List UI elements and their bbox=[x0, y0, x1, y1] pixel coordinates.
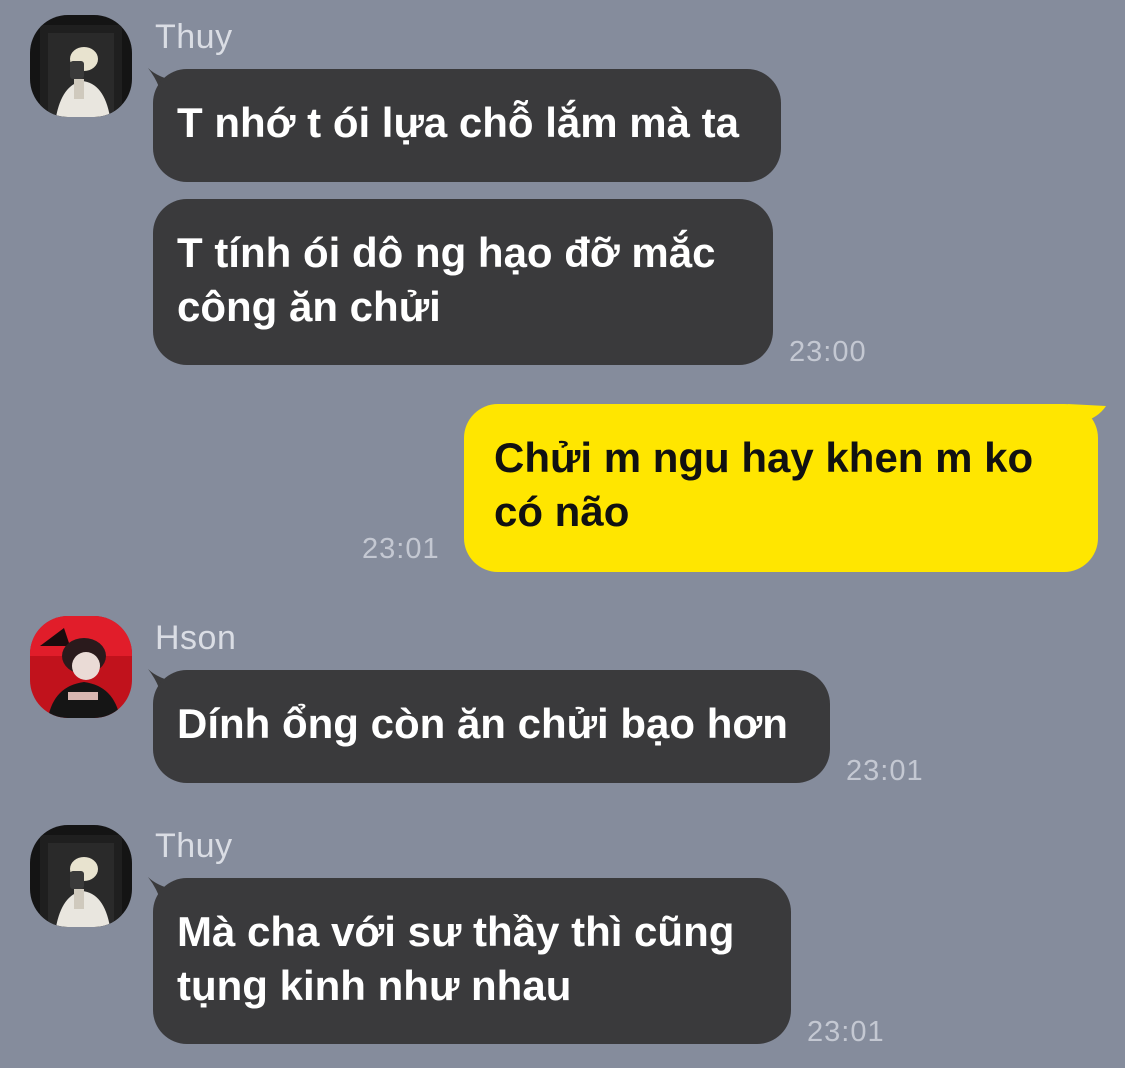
message-text: Mà cha với sư thầy thì cũng tụng kinh nh… bbox=[177, 908, 735, 1009]
message-text: Dính ổng còn ăn chửi bạo hơn bbox=[177, 700, 788, 747]
bubble-tail bbox=[1068, 404, 1106, 422]
message-timestamp: 23:01 bbox=[846, 755, 924, 787]
message-bubble-incoming[interactable]: Mà cha với sư thầy thì cũng tụng kinh nh… bbox=[153, 878, 791, 1044]
avatar-photo-icon bbox=[30, 15, 132, 117]
avatar-thuy[interactable] bbox=[30, 825, 132, 927]
avatar-photo-icon bbox=[30, 825, 132, 927]
message-text: T nhớ t ói lựa chỗ lắm mà ta bbox=[177, 99, 740, 146]
message-bubble-incoming[interactable]: T tính ói dô ng hạo đỡ mắc công ăn chửi bbox=[153, 199, 773, 365]
message-bubble-incoming[interactable]: Dính ổng còn ăn chửi bạo hơn bbox=[153, 670, 830, 783]
message-bubble-outgoing[interactable]: Chửi m ngu hay khen m ko có não bbox=[464, 404, 1098, 572]
message-bubble-incoming[interactable]: T nhớ t ói lựa chỗ lắm mà ta bbox=[153, 69, 781, 182]
avatar-hson[interactable] bbox=[30, 616, 132, 718]
avatar-photo-icon bbox=[30, 616, 132, 718]
message-timestamp: 23:00 bbox=[789, 336, 867, 368]
sender-name-thuy: Thuy bbox=[155, 827, 233, 865]
avatar-thuy[interactable] bbox=[30, 15, 132, 117]
message-text: T tính ói dô ng hạo đỡ mắc công ăn chửi bbox=[177, 229, 716, 330]
sender-name-hson: Hson bbox=[155, 619, 237, 657]
message-timestamp: 23:01 bbox=[362, 533, 440, 565]
sender-name-thuy: Thuy bbox=[155, 18, 233, 56]
message-text: Chửi m ngu hay khen m ko có não bbox=[494, 434, 1034, 535]
message-timestamp: 23:01 bbox=[807, 1016, 885, 1048]
